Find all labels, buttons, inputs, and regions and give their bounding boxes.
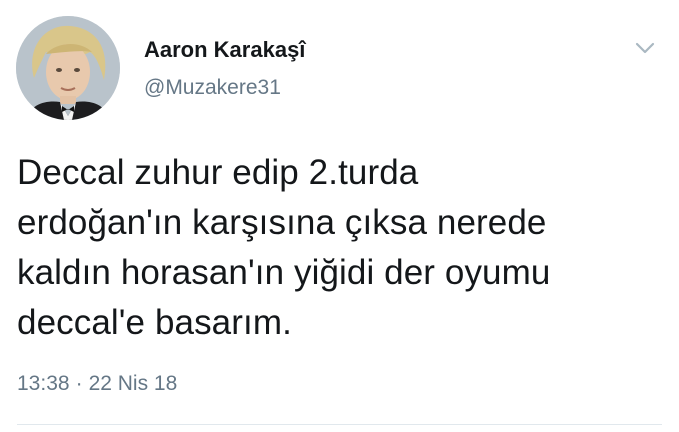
- tweet-card: Aaron Karakaşî @Muzakere31 Deccal zuhur …: [0, 0, 679, 432]
- tweet-text: Deccal zuhur edip 2.turda erdoğan'ın kar…: [17, 153, 551, 342]
- tweet-timestamp[interactable]: 13:38 · 22 Nis 18: [17, 370, 177, 398]
- avatar[interactable]: [16, 16, 120, 120]
- tweet-time: 13:38: [17, 372, 70, 395]
- display-name[interactable]: Aaron Karakaşî: [144, 36, 305, 64]
- tweet-date: 22 Nis 18: [88, 372, 178, 395]
- avatar-photo-icon: [16, 16, 120, 120]
- timestamp-separator: ·: [75, 372, 83, 395]
- chevron-down-icon[interactable]: [633, 38, 657, 58]
- user-handle[interactable]: @Muzakere31: [144, 74, 305, 102]
- tweet-header: Aaron Karakaşî @Muzakere31: [14, 14, 665, 126]
- divider: [17, 424, 662, 425]
- user-names: Aaron Karakaşî @Muzakere31: [144, 36, 305, 102]
